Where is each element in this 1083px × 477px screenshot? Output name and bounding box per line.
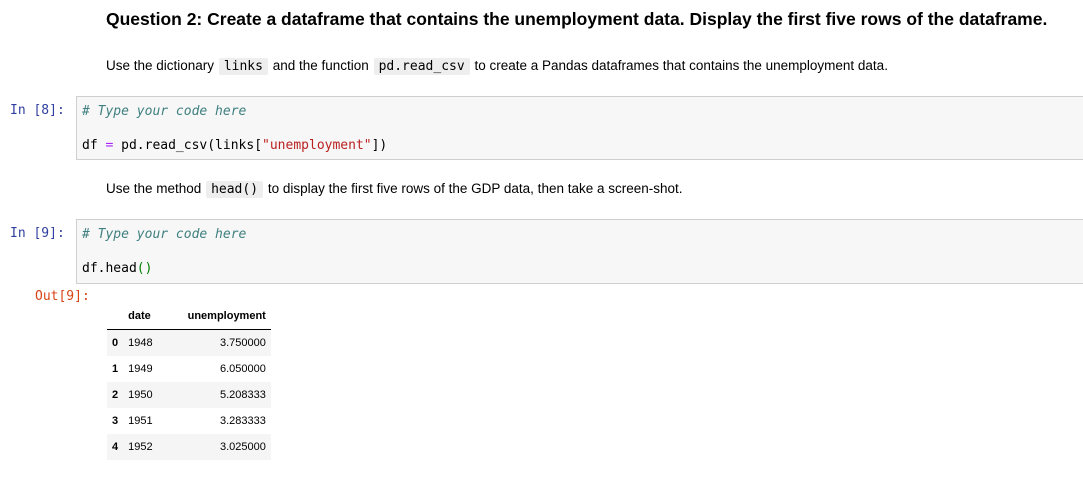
code-comment: # Type your code here [82, 227, 247, 242]
dataframe-output: date unemployment 0 1948 3.750000 1 1949… [107, 303, 271, 460]
read-csv-code: pd.read_csv [373, 58, 470, 75]
unemployment-cell: 3.750000 [219, 337, 266, 349]
table-row: 3 1951 3.283333 [107, 408, 271, 434]
instruction-text-1: Use the method [106, 181, 202, 196]
table-row: 1 1949 6.050000 [107, 356, 271, 382]
unemployment-cell: 5.208333 [219, 389, 266, 401]
row-index: 0 [112, 337, 119, 349]
date-cell: 1948 [128, 337, 153, 349]
table-row: 0 1948 3.750000 [107, 329, 271, 356]
instruction-paragraph: Use the method head() to display the fir… [106, 181, 683, 198]
unemployment-cell: 3.025000 [219, 441, 266, 453]
code-line-head: df.head() [82, 261, 152, 276]
code-line-read-csv: df = pd.read_csv(links["unemployment"]) [82, 138, 387, 153]
intro-text-2: and the function [272, 58, 369, 73]
question-heading: Question 2: Create a dataframe that cont… [106, 9, 1048, 29]
date-cell: 1949 [128, 363, 153, 375]
date-cell: 1950 [128, 389, 153, 401]
index-header [107, 303, 124, 330]
instruction-text-2: to display the first five rows of the GD… [267, 181, 683, 196]
out-prompt-9: Out[9]: [35, 289, 90, 304]
code-close: ]) [371, 138, 388, 153]
code-read-csv-call: pd.read_csv(links[ [113, 138, 263, 153]
head-code: head() [206, 181, 264, 198]
intro-text-3: to create a Pandas dataframes that conta… [474, 58, 888, 73]
date-cell: 1952 [128, 441, 153, 453]
unemployment-header: unemployment [182, 303, 271, 330]
intro-text-1: Use the dictionary [106, 58, 215, 73]
row-index: 2 [112, 389, 119, 401]
code-string: "unemployment" [262, 138, 372, 153]
code-df-head: df.head [82, 261, 137, 276]
in-prompt-9: In [9]: [10, 226, 65, 241]
code-cell-9[interactable]: # Type your code here df.head() [76, 219, 1083, 284]
code-cell-8[interactable]: # Type your code here df = pd.read_csv(l… [76, 96, 1083, 160]
code-parens: () [136, 261, 153, 276]
unemployment-cell: 6.050000 [219, 363, 266, 375]
in-prompt-8: In [8]: [10, 103, 65, 118]
intro-paragraph: Use the dictionary links and the functio… [106, 58, 888, 75]
row-index: 3 [112, 415, 119, 427]
date-header: date [123, 303, 183, 330]
table-row: 2 1950 5.208333 [107, 382, 271, 408]
table-header-row: date unemployment [107, 303, 271, 330]
row-index: 1 [112, 363, 119, 375]
links-code: links [218, 58, 268, 75]
unemployment-cell: 3.283333 [219, 415, 266, 427]
table-row: 4 1952 3.025000 [107, 434, 271, 460]
code-df-assign: df [82, 138, 106, 153]
date-cell: 1951 [128, 415, 153, 427]
row-index: 4 [112, 441, 119, 453]
code-comment: # Type your code here [82, 104, 247, 119]
